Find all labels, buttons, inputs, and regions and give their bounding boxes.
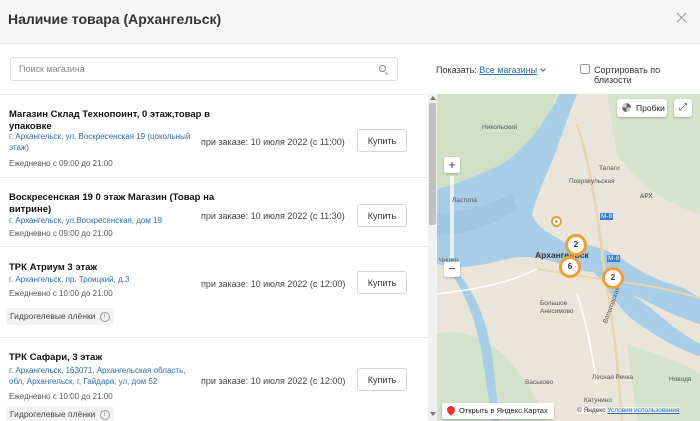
store-cluster-marker[interactable]: 2 — [565, 234, 587, 256]
terms-link[interactable]: Условия использования — [607, 407, 679, 414]
modal-title: Наличие товара (Архангельск) — [8, 11, 222, 27]
zoom-in-button[interactable]: + — [444, 157, 460, 173]
store-name: ТРК Атриум 3 этаж — [9, 262, 98, 273]
map-label: Ластола — [452, 197, 477, 204]
info-icon[interactable]: i — [99, 311, 110, 322]
show-filter-label: Показать: — [436, 65, 477, 75]
traffic-button[interactable]: Пробки — [617, 99, 667, 117]
map-label: Васьково — [525, 379, 554, 386]
map-label: Чишки — [439, 257, 459, 264]
info-icon[interactable]: i — [99, 409, 110, 420]
map-label: Катунино — [584, 397, 612, 404]
store-address[interactable]: г. Архангельск, ул. Воскресенская 19 (цо… — [9, 131, 199, 153]
map-label: Повракульская — [569, 178, 615, 185]
search-input[interactable] — [11, 58, 371, 80]
chevron-down-icon[interactable] — [540, 66, 546, 72]
store-availability: при заказе: 10 июля 2022 (с 12:00) — [201, 376, 346, 386]
store-hours: Ежедневно с 10:00 до 21:00 — [9, 392, 113, 401]
store-cluster-marker[interactable]: 2 — [602, 267, 624, 289]
scroll-down-arrow-icon[interactable] — [430, 412, 436, 416]
buy-button[interactable]: Купить — [357, 129, 407, 152]
search-icon[interactable] — [379, 65, 386, 72]
store-marker[interactable] — [551, 216, 562, 227]
show-filter: Показать: Все магазины — [436, 65, 546, 75]
map-copyright: © Яндекс Условия использования — [577, 407, 680, 414]
traffic-label: Пробки — [636, 103, 665, 113]
open-in-yandex-maps-label: Открыть в Яндекс.Картах — [459, 406, 548, 415]
store-address[interactable]: г. Архангельск, ул.Воскресенская, дом 19 — [9, 215, 199, 226]
store-availability: при заказе: 10 июля 2022 (с 12:00) — [201, 279, 346, 289]
feature-tag: Гидрогелевые плёнки i — [6, 406, 114, 421]
feature-tag: Гидрогелевые плёнки i — [6, 308, 114, 325]
traffic-icon — [622, 103, 631, 112]
store-address[interactable]: г. Архангельск, пр. Троицкий, д.3 — [9, 274, 199, 285]
store-list: Магазин Склад Технопоинт, 0 этаж,товар в… — [0, 94, 437, 421]
store-item: ТРК Атриум 3 этаж г. Архангельск, пр. Тр… — [0, 247, 428, 338]
store-hours: Ежедневно с 10:00 до 21:00 — [9, 289, 113, 298]
expand-icon[interactable]: ⤢ — [674, 99, 692, 117]
store-map[interactable]: Пробки ⤢ + − Никольский Талаги Повракуль… — [437, 94, 700, 421]
map-pin-icon — [445, 404, 457, 416]
store-availability: при заказе: 10 июля 2022 (с 11:30) — [201, 211, 345, 221]
map-label: Лесная Речка — [592, 374, 634, 381]
road-badge: М-8 — [600, 213, 614, 220]
road-badge: М-8 — [607, 255, 621, 262]
buy-button[interactable]: Купить — [357, 204, 407, 227]
store-name: ТРК Сафари, 3 этаж — [9, 352, 103, 363]
scrollbar-thumb[interactable] — [429, 103, 436, 225]
store-name: Магазин Склад Технопоинт, 0 этаж,товар в… — [9, 109, 210, 132]
search-box — [10, 57, 398, 81]
sort-by-proximity-checkbox[interactable] — [580, 64, 590, 74]
buy-button[interactable]: Купить — [357, 271, 407, 294]
sort-by-proximity-label[interactable]: Сортировать по близости — [594, 65, 700, 85]
modal-header: Наличие товара (Архангельск) — [0, 0, 700, 44]
map-label: Никольский — [482, 124, 518, 131]
feature-tag-label: Гидрогелевые плёнки — [10, 311, 96, 321]
scroll-up-arrow-icon[interactable] — [430, 96, 436, 100]
store-name: Воскресенская 19 0 этаж Магазин (Товар н… — [9, 192, 215, 215]
store-hours: Ежедневно с 09:00 до 21:00 — [9, 159, 113, 168]
road-badge: АРХ — [640, 193, 653, 200]
open-in-yandex-maps-button[interactable]: Открыть в Яндекс.Картах — [442, 403, 554, 419]
store-item: Магазин Склад Технопоинт, 0 этаж,товар в… — [0, 95, 428, 178]
zoom-slider[interactable] — [450, 176, 454, 258]
store-item: Воскресенская 19 0 этаж Магазин (Товар н… — [0, 178, 428, 247]
map-label: Новодв — [669, 376, 692, 383]
store-cluster-marker[interactable]: 6 — [559, 256, 581, 278]
store-address[interactable]: г. Архангельск, 163071, Архангельская об… — [9, 365, 199, 387]
close-icon[interactable] — [674, 10, 690, 26]
buy-button[interactable]: Купить — [357, 368, 407, 391]
store-item: ТРК Сафари, 3 этаж г. Архангельск, 16307… — [0, 338, 428, 421]
feature-tag-label: Гидрогелевые плёнки — [10, 409, 96, 419]
store-hours: Ежедневно с 09:00 до 21:00 — [9, 229, 113, 238]
store-availability: при заказе: 10 июля 2022 (с 11:00) — [201, 137, 345, 147]
copyright-text: © Яндекс — [577, 407, 606, 414]
show-filter-dropdown[interactable]: Все магазины — [479, 65, 537, 75]
map-label: Талаги — [599, 165, 620, 172]
map-label: Большое Анисимово — [540, 300, 574, 315]
